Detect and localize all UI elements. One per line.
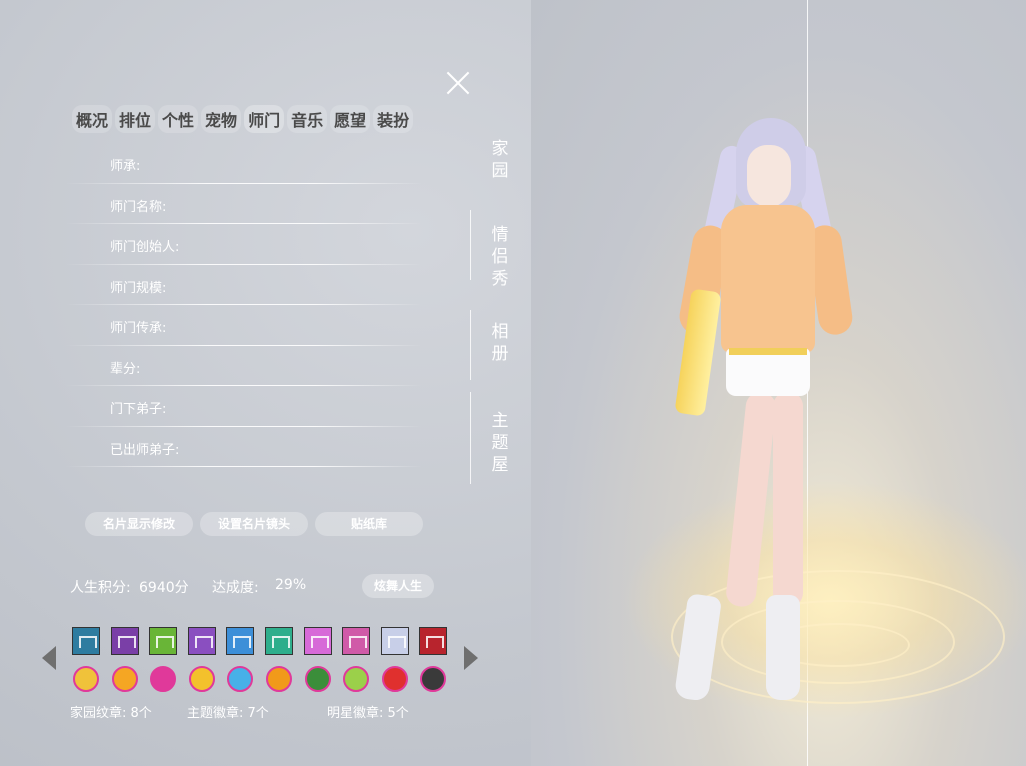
card-display-button[interactable]: 名片显示修改	[85, 512, 193, 536]
pavilion-badge-icon[interactable]	[110, 627, 139, 655]
sticker-library-button[interactable]: 贴纸库	[315, 512, 423, 536]
side-tab-home[interactable]: 家园	[490, 138, 510, 182]
tab-overview[interactable]: 概况	[72, 105, 113, 133]
character-belt	[729, 348, 807, 355]
character-leg-right	[773, 392, 803, 607]
field-label-mentor: 师承:	[110, 159, 141, 174]
piano-badge-icon[interactable]	[187, 627, 216, 655]
mentorship-info-list: 师承: 师门名称: 师门创始人: 师门规模: 师门传承: 辈分: 门下弟子: 已…	[65, 143, 422, 467]
tree-badge-icon[interactable]	[304, 666, 331, 692]
profile-tabs: 概况 排位 个性 宠物 师门 音乐 愿望 装扮	[72, 105, 414, 133]
tab-pet[interactable]: 宠物	[201, 105, 242, 133]
wings-badge-icon[interactable]	[380, 627, 409, 655]
character-boot-right	[766, 595, 800, 700]
field-label-founder: 师门创始人:	[110, 240, 180, 255]
tab-outfit[interactable]: 装扮	[373, 105, 414, 133]
card-camera-button[interactable]: 设置名片镜头	[200, 512, 308, 536]
home-badge-count: 家园纹章: 8个	[70, 706, 152, 721]
side-tab-theme-room[interactable]: 主题屋	[490, 410, 510, 476]
side-divider	[470, 392, 471, 484]
field-label-scale: 师门规模:	[110, 280, 167, 296]
tab-music[interactable]: 音乐	[287, 105, 328, 133]
info-row: 已出师弟子:	[65, 427, 422, 467]
lightning-badge-icon[interactable]	[420, 666, 447, 692]
mountain-badge-icon[interactable]	[342, 627, 371, 655]
character-shorts	[726, 348, 810, 396]
profile-panel: 概况 排位 个性 宠物 师门 音乐 愿望 装扮 师承: 师门名称: 师门创始人:…	[0, 0, 535, 766]
character-sweater	[721, 205, 815, 353]
side-divider	[470, 310, 471, 380]
tab-ranking[interactable]: 排位	[115, 105, 156, 133]
star-badge-count: 明星徽章: 5个	[327, 706, 409, 721]
life-score-label: 人生积分:	[70, 580, 131, 596]
face-badge-icon[interactable]	[381, 666, 408, 692]
dancer-badge-icon[interactable]	[188, 666, 215, 692]
side-tab-couple-show[interactable]: 情侣秀	[490, 224, 510, 290]
house-green-badge-icon[interactable]	[149, 627, 178, 655]
field-label-disciples: 门下弟子:	[110, 402, 167, 417]
field-label-school-name: 师门名称:	[110, 199, 167, 215]
dance-life-button[interactable]: 炫舞人生	[362, 574, 434, 598]
character-face	[747, 145, 791, 207]
divider	[65, 466, 422, 467]
field-label-generation: 辈分:	[110, 361, 141, 377]
life-score-value: 6940分	[139, 580, 189, 596]
sun-badge-icon[interactable]	[111, 666, 138, 692]
palette-badge-icon[interactable]	[343, 666, 370, 692]
character-preview	[531, 0, 1026, 766]
puzzle-badge-icon[interactable]	[227, 666, 254, 692]
info-row: 师门创始人:	[65, 224, 422, 265]
info-row: 师门传承:	[65, 305, 422, 346]
next-arrow-icon[interactable]	[464, 646, 478, 670]
info-row: 师承:	[65, 143, 422, 184]
text-badge-icon[interactable]	[150, 666, 177, 692]
lotus-badge-icon[interactable]	[265, 627, 293, 655]
bath-badge-icon[interactable]	[226, 627, 255, 655]
bird-badge-icon[interactable]	[419, 627, 448, 655]
info-row: 师门规模:	[65, 265, 422, 305]
info-row: 师门名称:	[65, 184, 422, 224]
theme-badge-count: 主题徽章: 7个	[187, 706, 269, 721]
side-divider	[470, 210, 471, 280]
tab-personality[interactable]: 个性	[158, 105, 199, 133]
stage-badge-icon[interactable]	[303, 627, 332, 655]
completion-value: 29%	[275, 577, 307, 593]
side-tab-album[interactable]: 相册	[490, 321, 510, 365]
info-row: 辈分:	[65, 346, 422, 386]
prev-arrow-icon[interactable]	[42, 646, 56, 670]
info-row: 门下弟子:	[65, 386, 422, 427]
field-label-lineage: 师门传承:	[110, 321, 167, 336]
tab-mentorship[interactable]: 师门	[244, 105, 285, 133]
close-icon[interactable]	[445, 70, 471, 96]
field-label-graduated: 已出师弟子:	[110, 442, 180, 458]
star-badge-icon[interactable]	[73, 666, 99, 692]
tab-wish[interactable]: 愿望	[330, 105, 371, 133]
leaf-badge-icon[interactable]	[266, 666, 292, 692]
home-badge-icon[interactable]	[72, 627, 100, 655]
completion-label: 达成度:	[212, 580, 259, 596]
